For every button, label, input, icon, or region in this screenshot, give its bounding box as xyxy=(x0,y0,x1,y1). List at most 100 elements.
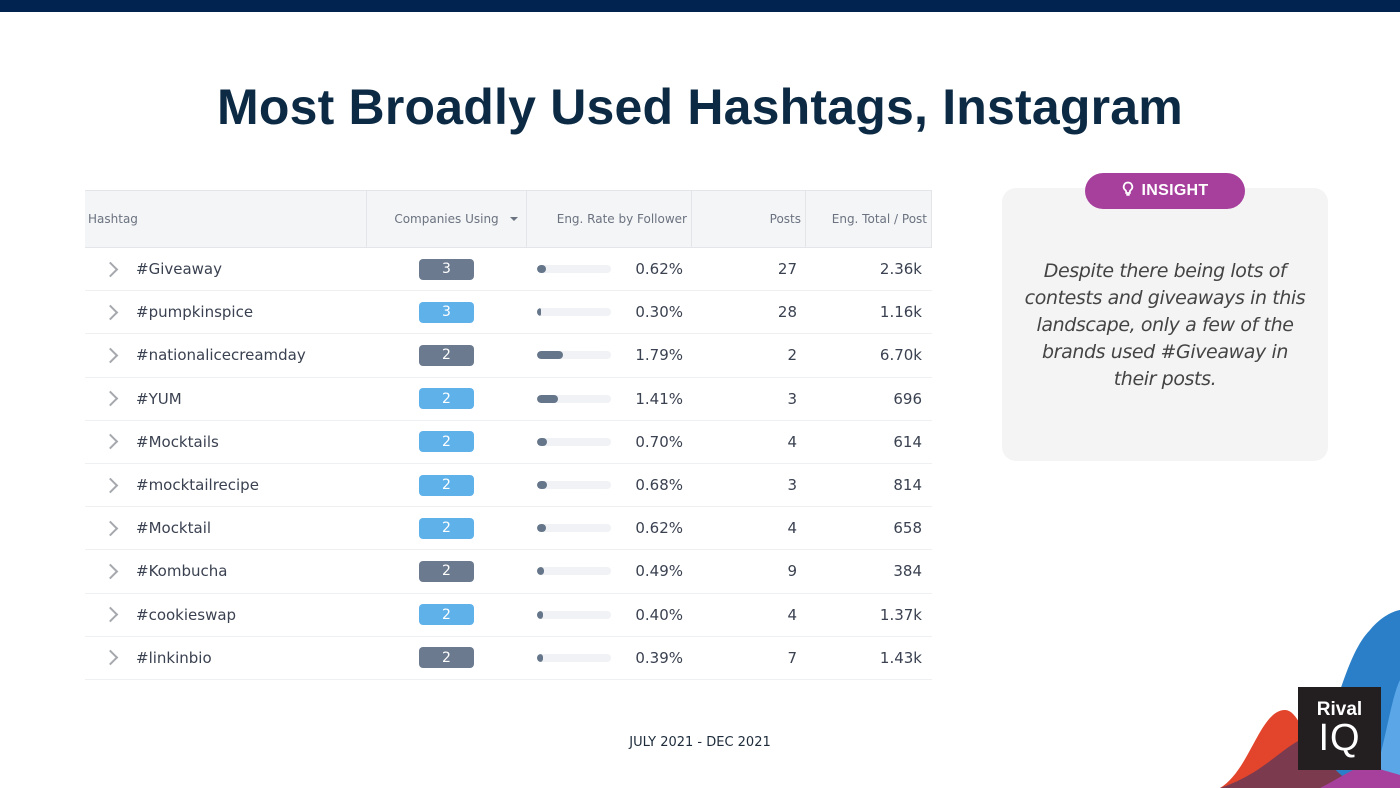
eng-rate-value: 0.30% xyxy=(635,303,683,322)
table-row[interactable]: #YUM 2 1.41% 3 696 xyxy=(85,378,932,421)
companies-count-badge: 3 xyxy=(419,301,474,323)
eng-rate-value: 0.70% xyxy=(635,432,683,451)
hashtag-label: #mocktailrecipe xyxy=(136,476,259,495)
eng-total-cell: 696 xyxy=(893,389,922,408)
eng-rate-bar xyxy=(537,481,611,490)
eng-rate-cell: 0.68% xyxy=(527,464,692,506)
eng-rate-value: 1.41% xyxy=(635,389,683,408)
eng-total-cell: 384 xyxy=(893,562,922,581)
table-row[interactable]: #Giveaway 3 0.62% 27 2.36k xyxy=(85,248,932,292)
eng-total-cell: 1.37k xyxy=(879,605,922,624)
eng-rate-value: 0.68% xyxy=(635,476,683,495)
column-header-eng-total[interactable]: Eng. Total / Post xyxy=(806,191,932,247)
companies-count-badge: 3 xyxy=(419,258,474,280)
table-row[interactable]: #Mocktails 2 0.70% 4 614 xyxy=(85,421,932,464)
companies-using-cell: 2 xyxy=(367,421,527,463)
table-row[interactable]: #pumpkinspice 3 0.30% 28 1.16k xyxy=(85,291,932,335)
hashtag-label: #Mocktail xyxy=(136,519,212,538)
eng-rate-value: 0.40% xyxy=(635,605,683,624)
chevron-right-icon[interactable] xyxy=(102,261,119,277)
eng-rate-value: 0.39% xyxy=(635,648,683,667)
hashtag-label: #YUM xyxy=(136,389,182,408)
eng-rate-bar xyxy=(537,610,611,619)
insight-label: INSIGHT xyxy=(1141,182,1209,199)
eng-rate-bar-fill xyxy=(537,524,547,533)
eng-rate-cell: 0.40% xyxy=(527,594,692,636)
rival-iq-logo: Rival IQ xyxy=(1298,687,1381,770)
eng-rate-bar-fill xyxy=(537,481,548,490)
table-row[interactable]: #Kombucha 2 0.49% 9 384 xyxy=(85,550,932,594)
column-header-posts[interactable]: Posts xyxy=(692,191,806,247)
hashtag-cell: #linkinbio xyxy=(85,637,367,679)
companies-count-badge: 2 xyxy=(419,647,474,669)
eng-rate-value: 0.49% xyxy=(635,562,683,581)
chevron-right-icon[interactable] xyxy=(102,434,119,450)
eng-rate-bar xyxy=(537,351,611,360)
companies-count-badge: 2 xyxy=(419,560,474,582)
chevron-right-icon[interactable] xyxy=(102,606,119,623)
companies-using-cell: 2 xyxy=(367,507,527,549)
hashtag-cell: #nationalicecreamday xyxy=(85,334,367,376)
column-header-hashtag[interactable]: Hashtag xyxy=(85,191,367,247)
chevron-right-icon[interactable] xyxy=(102,390,119,407)
insight-badge: INSIGHT xyxy=(1085,173,1245,209)
hashtag-cell: #mocktailrecipe xyxy=(85,464,367,506)
eng-rate-bar-fill xyxy=(537,653,543,662)
logo-text-iq: IQ xyxy=(1318,717,1361,759)
eng-rate-bar xyxy=(537,524,611,533)
hashtag-label: #nationalicecreamday xyxy=(136,346,306,365)
table-row[interactable]: #linkinbio 2 0.39% 7 1.43k xyxy=(85,637,932,680)
table-row[interactable]: #mocktailrecipe 2 0.68% 3 814 xyxy=(85,464,932,508)
hashtag-cell: #Mocktail xyxy=(85,507,367,549)
eng-rate-cell: 0.49% xyxy=(527,550,692,592)
hashtag-cell: #Kombucha xyxy=(85,550,367,592)
chevron-right-icon[interactable] xyxy=(102,520,119,536)
eng-rate-bar-fill xyxy=(537,437,548,446)
companies-using-cell: 2 xyxy=(367,594,527,636)
eng-rate-cell: 0.39% xyxy=(527,637,692,679)
column-header-eng-rate[interactable]: Eng. Rate by Follower xyxy=(527,191,692,247)
eng-total-cell: 2.36k xyxy=(879,260,922,279)
chevron-right-icon[interactable] xyxy=(102,563,119,580)
page-title: Most Broadly Used Hashtags, Instagram xyxy=(217,79,1183,135)
eng-rate-cell: 1.41% xyxy=(527,378,692,420)
chevron-right-icon[interactable] xyxy=(102,477,119,493)
eng-rate-cell: 0.70% xyxy=(527,421,692,463)
table-row[interactable]: #cookieswap 2 0.40% 4 1.37k xyxy=(85,594,932,637)
hashtag-label: #cookieswap xyxy=(136,605,237,624)
sort-desc-icon[interactable] xyxy=(510,217,518,221)
date-range: JULY 2021 - DEC 2021 xyxy=(629,735,771,750)
posts-cell: 28 xyxy=(777,303,797,322)
chevron-right-icon[interactable] xyxy=(102,347,119,364)
eng-total-cell: 6.70k xyxy=(879,346,922,365)
chevron-right-icon[interactable] xyxy=(102,304,119,321)
insight-text: Despite there being lots of contests and… xyxy=(1024,260,1306,390)
eng-rate-bar xyxy=(537,437,611,446)
table-row[interactable]: #nationalicecreamday 2 1.79% 2 6.70k xyxy=(85,334,932,378)
eng-rate-cell: 0.62% xyxy=(527,248,692,290)
posts-cell: 4 xyxy=(787,605,797,624)
eng-total-cell: 1.16k xyxy=(879,303,922,322)
hashtag-cell: #Mocktails xyxy=(85,421,367,463)
hashtag-cell: #pumpkinspice xyxy=(85,291,367,333)
posts-cell: 27 xyxy=(777,260,797,279)
table-body: #Giveaway 3 0.62% 27 2.36k #pumpkinspice 3 0.30… xyxy=(85,248,932,680)
companies-using-cell: 2 xyxy=(367,637,527,679)
eng-rate-bar-fill xyxy=(537,610,543,619)
eng-rate-bar xyxy=(537,265,611,274)
chevron-right-icon[interactable] xyxy=(102,650,119,666)
eng-rate-cell: 1.79% xyxy=(527,334,692,376)
hashtag-label: #Giveaway xyxy=(136,260,222,279)
eng-rate-bar-fill xyxy=(537,567,545,576)
table-row[interactable]: #Mocktail 2 0.62% 4 658 xyxy=(85,507,932,551)
companies-using-cell: 3 xyxy=(367,291,527,333)
eng-rate-value: 0.62% xyxy=(635,260,683,279)
eng-rate-bar xyxy=(537,653,611,662)
eng-total-cell: 814 xyxy=(893,476,922,495)
companies-using-cell: 2 xyxy=(367,334,527,376)
eng-rate-bar xyxy=(537,394,611,403)
column-header-companies-using[interactable]: Companies Using xyxy=(367,191,527,247)
hashtag-label: #pumpkinspice xyxy=(136,303,254,322)
table-header: Hashtag Companies Using Eng. Rate by Fol… xyxy=(85,190,932,248)
eng-total-cell: 1.43k xyxy=(879,648,922,667)
